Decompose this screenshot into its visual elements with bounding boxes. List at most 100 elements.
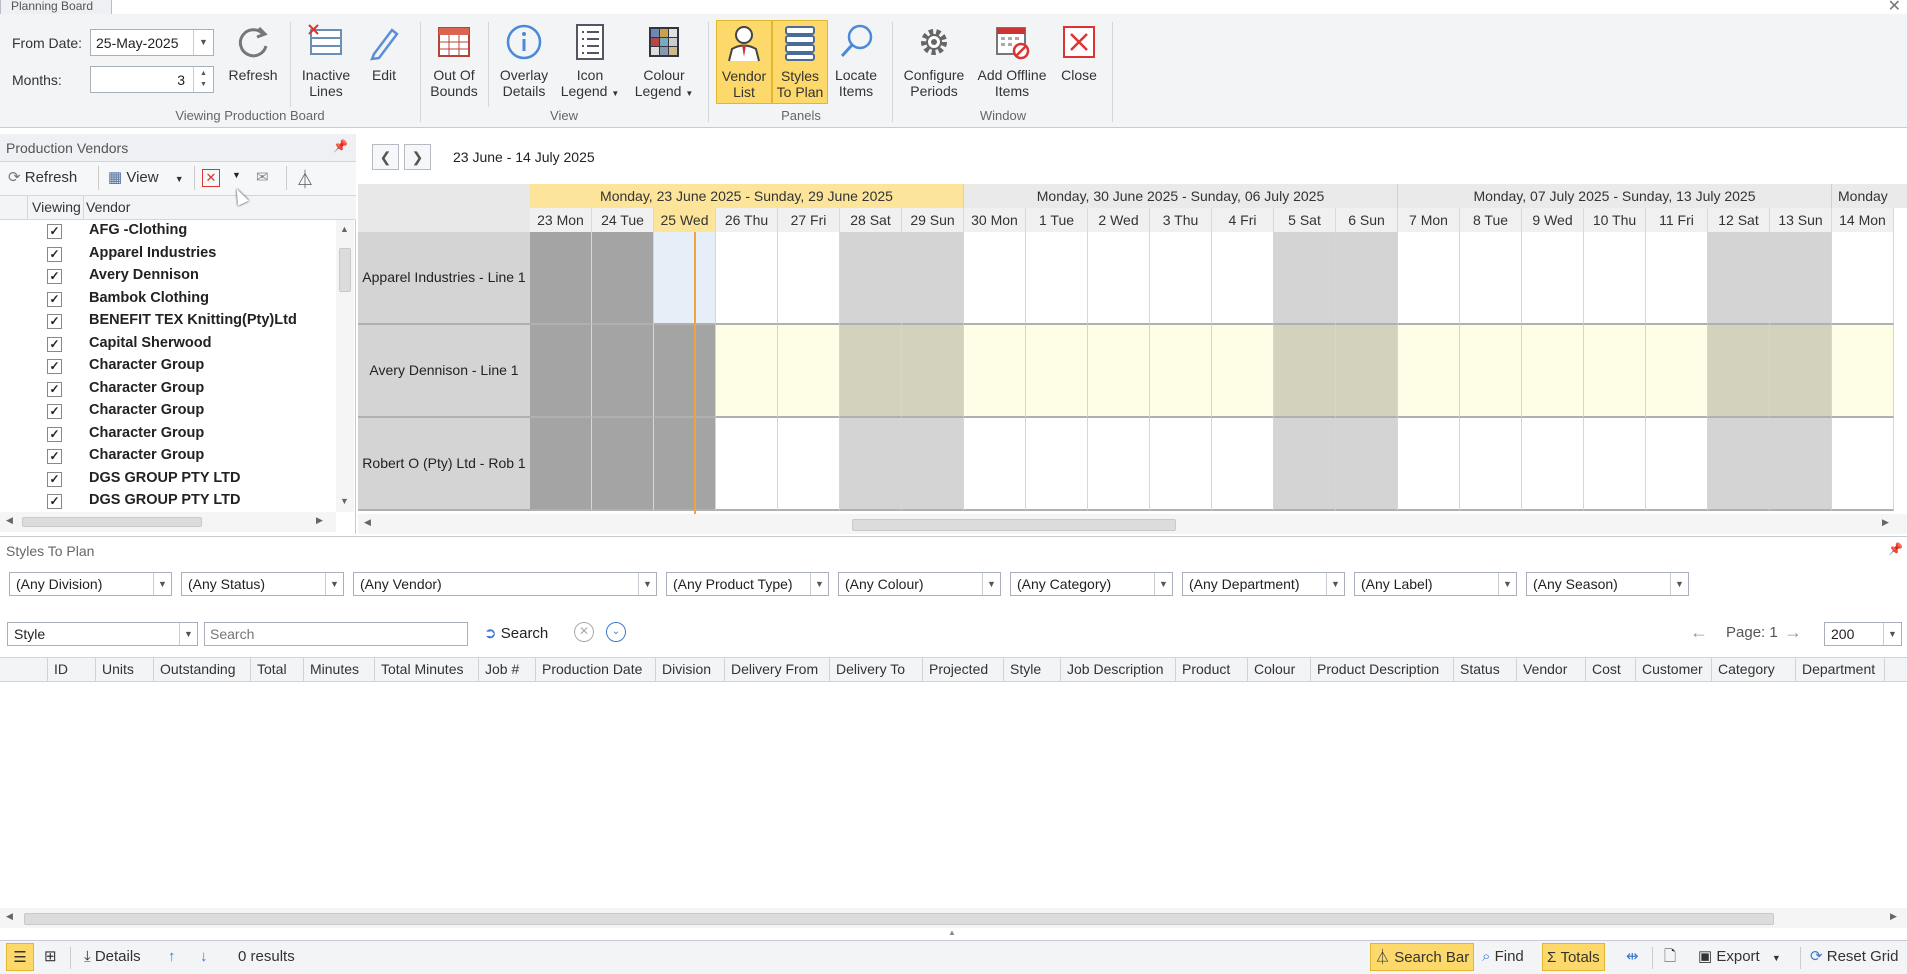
vendor-checkbox[interactable]: ✓: [47, 471, 62, 487]
day-header[interactable]: 24 Tue: [592, 208, 654, 232]
filter-select[interactable]: (Any Label) ▼: [1354, 572, 1517, 596]
grid-column-header[interactable]: Delivery From: [725, 658, 830, 681]
day-header[interactable]: 9 Wed: [1522, 208, 1584, 232]
board-row-label[interactable]: Apparel Industries - Line 1: [358, 232, 530, 325]
vendor-checkbox[interactable]: ✓: [47, 291, 62, 307]
vendor-checkbox[interactable]: ✓: [47, 314, 62, 329]
search-button[interactable]: ➲ Search: [484, 624, 548, 642]
board-cell[interactable]: [1026, 325, 1088, 418]
from-date-field[interactable]: 25-May-2025 ▼: [90, 29, 214, 56]
board-cell[interactable]: [1026, 232, 1088, 325]
board-cell[interactable]: [1398, 325, 1460, 418]
board-cell[interactable]: [1336, 418, 1398, 511]
splitter-chevron-icon[interactable]: ▲: [948, 928, 956, 937]
col-vendor[interactable]: Vendor: [86, 199, 130, 215]
board-cell[interactable]: [1460, 418, 1522, 511]
chevron-down-icon[interactable]: ▼: [232, 170, 241, 180]
colour-legend-button[interactable]: Colour Legend ▼: [630, 22, 698, 102]
board-cell[interactable]: [1212, 418, 1274, 511]
vendor-checkbox[interactable]: ✓: [47, 381, 62, 397]
board-hscroll-thumb[interactable]: [852, 519, 1176, 531]
search-input[interactable]: [204, 622, 468, 646]
grid-column-header[interactable]: Product Description: [1311, 658, 1454, 681]
board-cell[interactable]: [1708, 325, 1770, 418]
configure-periods-button[interactable]: Configure Periods: [898, 22, 970, 99]
board-cell[interactable]: [1522, 325, 1584, 418]
board-cell[interactable]: [1026, 418, 1088, 511]
vendor-list-vscrollbar[interactable]: ▲ ▼: [336, 220, 354, 512]
board-cell[interactable]: [1212, 325, 1274, 418]
refresh-button[interactable]: Refresh: [222, 22, 284, 83]
board-cell[interactable]: [1522, 232, 1584, 325]
day-header[interactable]: 26 Thu: [716, 208, 778, 232]
board-cell[interactable]: [1832, 418, 1894, 511]
board-cell[interactable]: [902, 418, 964, 511]
board-cell[interactable]: [902, 232, 964, 325]
export-button[interactable]: ▣ Export ▼: [1694, 943, 1785, 971]
vscroll-thumb[interactable]: [339, 248, 351, 292]
list-view-icon[interactable]: ☰: [6, 943, 34, 971]
inactive-lines-button[interactable]: Inactive Lines: [296, 22, 356, 99]
grid-column-header[interactable]: Total: [251, 658, 304, 681]
board-cell[interactable]: [1770, 418, 1832, 511]
sort-desc-icon[interactable]: ↓: [196, 943, 212, 971]
day-header[interactable]: 12 Sat: [1708, 208, 1770, 232]
styles-to-plan-button[interactable]: Styles To Plan: [772, 20, 828, 104]
board-cell[interactable]: [778, 232, 840, 325]
out-of-bounds-button[interactable]: Out Of Bounds: [426, 22, 482, 99]
board-cell[interactable]: [716, 325, 778, 418]
vendors-refresh-button[interactable]: ⟳ Refresh: [8, 168, 77, 186]
day-header[interactable]: 14 Mon: [1832, 208, 1894, 232]
vendor-row[interactable]: ✓ Avery Dennison: [0, 265, 336, 288]
day-header[interactable]: 13 Sun: [1770, 208, 1832, 232]
grid-column-header[interactable]: Category: [1712, 658, 1796, 681]
filter-select[interactable]: (Any Division) ▼: [9, 572, 172, 596]
grid-hscroll-thumb[interactable]: [24, 913, 1774, 925]
grid-column-header[interactable]: Projected: [923, 658, 1004, 681]
grid-column-header[interactable]: Minutes: [304, 658, 375, 681]
board-cell[interactable]: [1398, 418, 1460, 511]
day-header[interactable]: 23 Mon: [530, 208, 592, 232]
day-header[interactable]: 27 Fri: [778, 208, 840, 232]
hscroll-thumb[interactable]: [22, 517, 202, 527]
day-header[interactable]: 1 Tue: [1026, 208, 1088, 232]
board-cell[interactable]: [1088, 232, 1150, 325]
vendor-checkbox[interactable]: ✓: [47, 246, 62, 262]
view-dropdown-button[interactable]: ▦ View ▼: [108, 168, 184, 186]
page-size-select[interactable]: 200 ▼: [1824, 622, 1902, 646]
filter-select[interactable]: (Any Department) ▼: [1182, 572, 1345, 596]
filter-icon[interactable]: ⏃: [296, 166, 314, 192]
grid-column-header[interactable]: Customer: [1636, 658, 1712, 681]
filter-select[interactable]: (Any Category) ▼: [1010, 572, 1173, 596]
board-cell[interactable]: [1646, 418, 1708, 511]
board-row-label[interactable]: Avery Dennison - Line 1: [358, 325, 530, 418]
board-cell[interactable]: [654, 418, 716, 511]
pin-icon[interactable]: 📌: [1888, 542, 1903, 556]
board-cell[interactable]: [1336, 325, 1398, 418]
grid-column-header[interactable]: Vendor: [1517, 658, 1586, 681]
board-cell[interactable]: [964, 232, 1026, 325]
search-field-select[interactable]: Style ▼: [7, 622, 198, 646]
vendor-checkbox[interactable]: ✓: [47, 359, 62, 374]
day-header[interactable]: 6 Sun: [1336, 208, 1398, 232]
board-cell[interactable]: [1460, 232, 1522, 325]
board-cell[interactable]: [716, 232, 778, 325]
reset-grid-button[interactable]: ⟳ Reset Grid: [1806, 943, 1902, 971]
board-cell[interactable]: [902, 325, 964, 418]
vendor-row[interactable]: ✓ AFG -Clothing: [0, 220, 336, 243]
filter-select[interactable]: (Any Vendor) ▼: [353, 572, 657, 596]
board-cell[interactable]: [530, 325, 592, 418]
board-cell[interactable]: [1460, 325, 1522, 418]
clear-search-icon[interactable]: ✕: [574, 622, 594, 642]
day-header[interactable]: 29 Sun: [902, 208, 964, 232]
vendor-row[interactable]: ✓ BENEFIT TEX Knitting(Pty)Ltd: [0, 310, 336, 333]
details-button[interactable]: ⤓ Details: [80, 943, 145, 971]
board-cell[interactable]: [1584, 232, 1646, 325]
board-cell[interactable]: [1398, 232, 1460, 325]
sort-asc-icon[interactable]: ↑: [164, 943, 180, 971]
grid-column-header[interactable]: Cost: [1586, 658, 1636, 681]
board-row-label[interactable]: Robert O (Pty) Ltd - Rob 1: [358, 418, 530, 511]
prev-period-button[interactable]: ❮: [372, 144, 399, 170]
close-button[interactable]: Close: [1054, 22, 1104, 83]
board-cell[interactable]: [592, 325, 654, 418]
